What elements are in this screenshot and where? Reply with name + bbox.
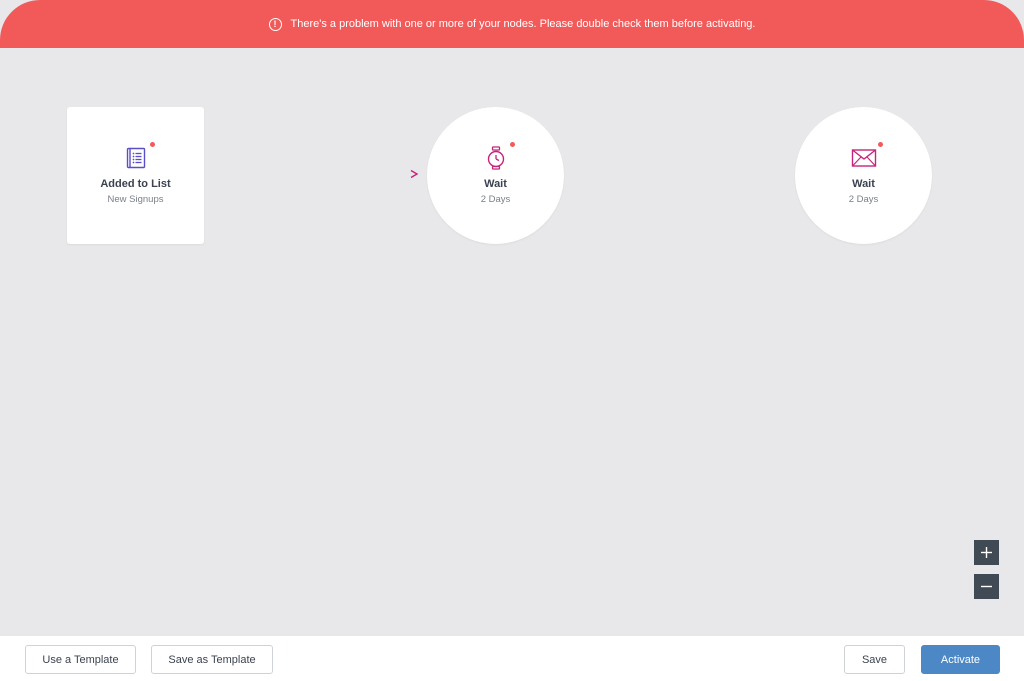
list-icon xyxy=(126,147,145,168)
node-subtitle: 2 Days xyxy=(480,193,511,205)
error-indicator-dot xyxy=(877,141,883,147)
plus-icon xyxy=(981,547,992,558)
node-title: Wait xyxy=(484,177,507,190)
save-button[interactable]: Save xyxy=(844,645,905,674)
save-as-template-button[interactable]: Save as Template xyxy=(151,645,273,674)
alert-circle-icon: ! xyxy=(268,17,282,31)
node-send-email[interactable]: Wait 2 Days xyxy=(795,107,932,244)
envelope-icon xyxy=(851,148,876,167)
node-title: Added to List xyxy=(100,177,171,190)
workflow-canvas[interactable]: Added to List New Signups Wait 2 Days Wa… xyxy=(0,48,1024,636)
error-banner: ! There's a problem with one or more of … xyxy=(0,0,1024,48)
error-indicator-dot xyxy=(149,141,155,147)
zoom-out-button[interactable] xyxy=(974,574,999,599)
activate-button[interactable]: Activate xyxy=(921,645,1000,674)
node-subtitle: 2 Days xyxy=(848,193,879,205)
automation-builder: ! There's a problem with one or more of … xyxy=(0,0,1024,681)
node-added-to-list[interactable]: Added to List New Signups xyxy=(67,107,204,244)
use-template-button[interactable]: Use a Template xyxy=(25,645,136,674)
node-wait[interactable]: Wait 2 Days xyxy=(427,107,564,244)
stopwatch-icon xyxy=(487,145,504,170)
node-title: Wait xyxy=(852,177,875,190)
connector-arrow xyxy=(213,169,419,179)
node-subtitle: New Signups xyxy=(107,193,164,205)
error-banner-message: There's a problem with one or more of yo… xyxy=(290,18,756,30)
zoom-in-button[interactable] xyxy=(974,540,999,565)
error-indicator-dot xyxy=(509,141,515,147)
minus-icon xyxy=(981,585,992,588)
footer-toolbar: Use a Template Save as Template Save Act… xyxy=(0,636,1024,681)
